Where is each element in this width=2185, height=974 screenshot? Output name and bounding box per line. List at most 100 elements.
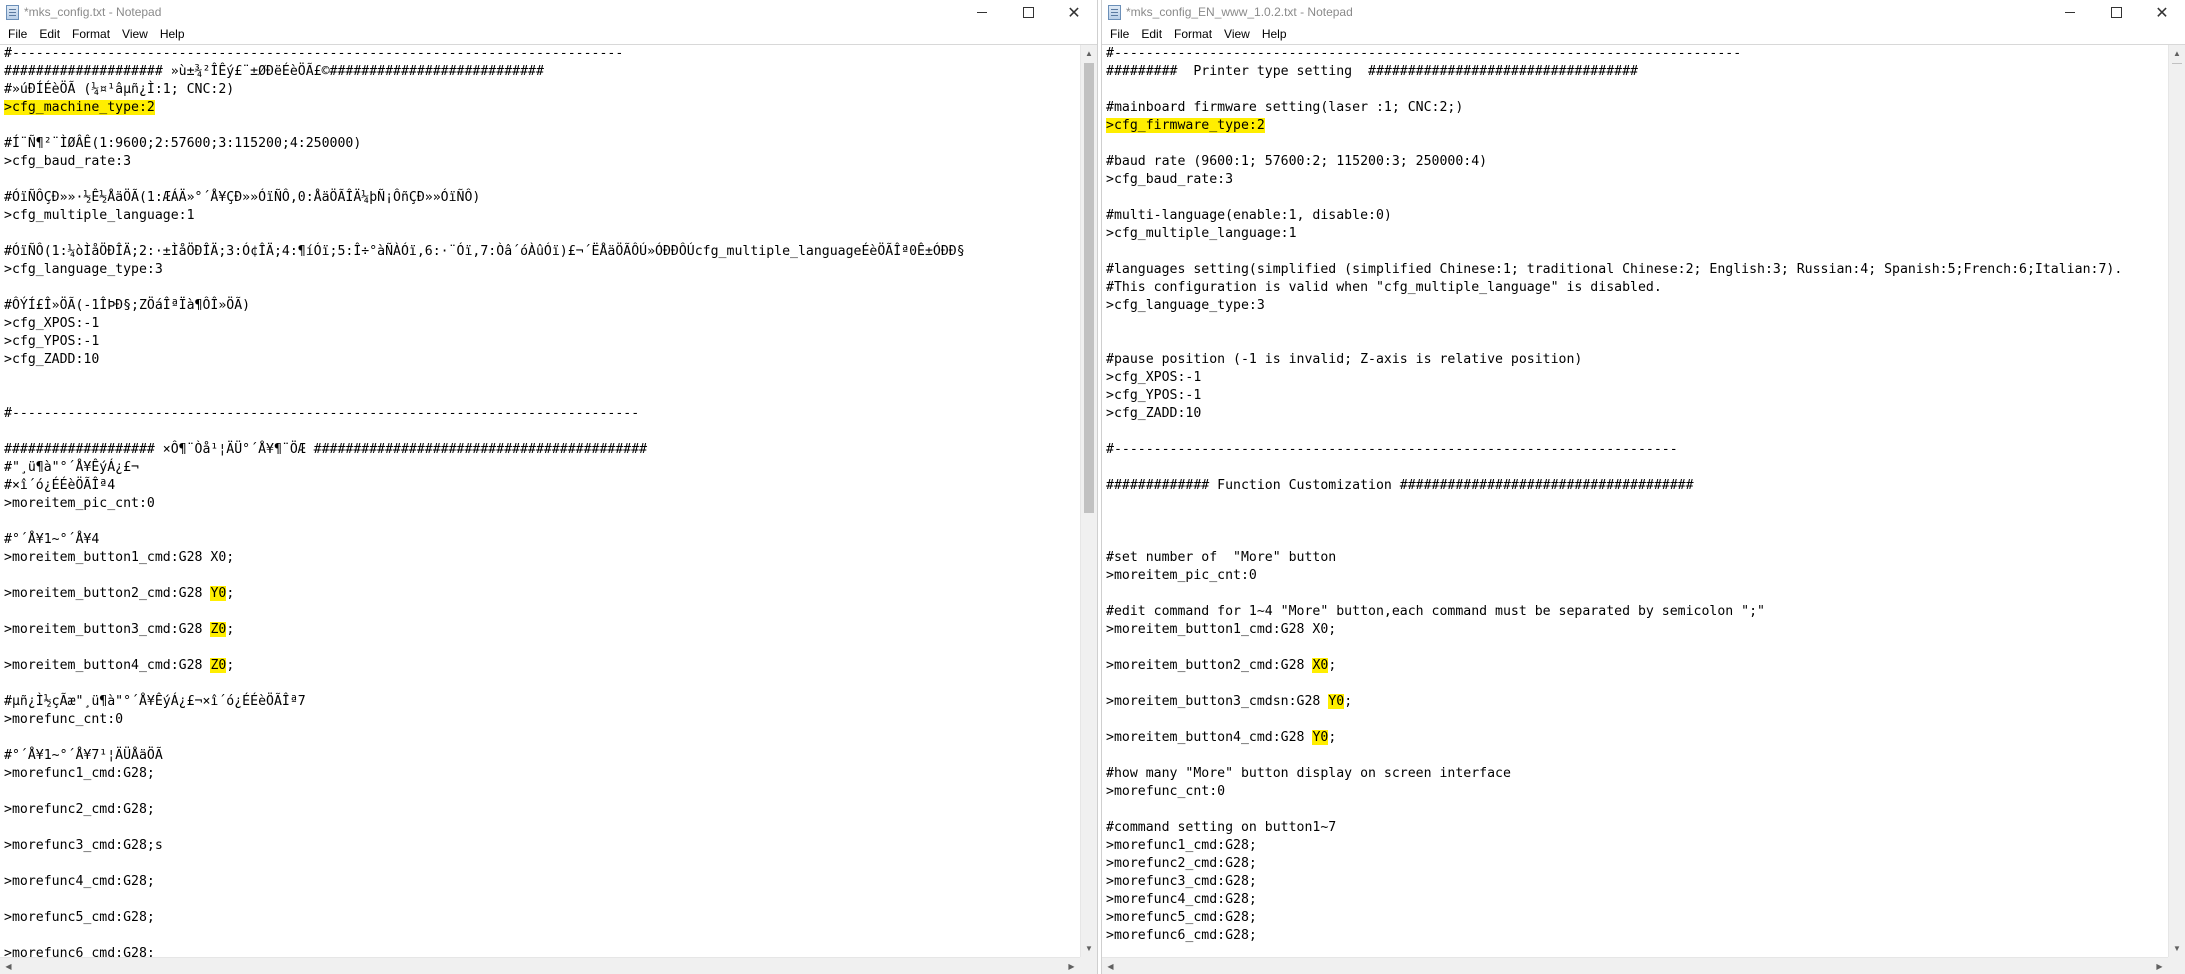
text-line[interactable] [1106, 189, 2167, 207]
text-line[interactable]: >cfg_firmware_type:2 [1106, 117, 2167, 135]
text-line[interactable]: #ÓïÑÔÇÐ»»·½Ê½ÅäÖÃ(1:ÆÁÄ»°´Å¥ÇÐ»»ÓïÑÔ,0:Å… [4, 189, 1079, 207]
text-line[interactable] [1106, 675, 2167, 693]
text-line[interactable]: >cfg_ZADD:10 [4, 351, 1079, 369]
scrollbar-thumb[interactable] [1084, 63, 1094, 513]
text-line[interactable]: >cfg_machine_type:2 [4, 99, 1079, 117]
text-line[interactable]: #µñ¿Ì½çÃæ"¸ü¶à"°´Å¥ÊýÁ¿£¬×î´ó¿ÉÉèÖÃÎª7 [4, 693, 1079, 711]
menu-edit[interactable]: Edit [1135, 24, 1168, 44]
scroll-right-icon[interactable]: ▶ [1063, 958, 1080, 974]
text-line[interactable]: #set number of "More" button [1106, 549, 2167, 567]
text-line[interactable]: #languages setting(simplified (simplifie… [1106, 261, 2167, 279]
text-line[interactable] [4, 729, 1079, 747]
text-line[interactable]: >cfg_multiple_language:1 [4, 207, 1079, 225]
text-editor[interactable]: #---------------------------------------… [1102, 44, 2185, 974]
text-line[interactable]: #how many "More" button display on scree… [1106, 765, 2167, 783]
text-line[interactable]: >morefunc1_cmd:G28; [1106, 837, 2167, 855]
minimize-button[interactable] [2047, 0, 2093, 24]
text-line[interactable]: #This configuration is valid when "cfg_m… [1106, 279, 2167, 297]
vertical-scrollbar[interactable]: ▲ ▼ [1080, 45, 1097, 957]
text-line[interactable] [4, 639, 1079, 657]
text-line[interactable]: >morefunc4_cmd:G28; [1106, 891, 2167, 909]
close-button[interactable]: ✕ [2139, 0, 2185, 24]
scroll-down-icon[interactable]: ▼ [2169, 940, 2185, 957]
scroll-right-icon[interactable]: ▶ [2151, 958, 2168, 974]
text-line[interactable]: >moreitem_button2_cmd:G28 X0; [1106, 657, 2167, 675]
text-line[interactable]: >morefunc1_cmd:G28; [4, 765, 1079, 783]
text-line[interactable] [1106, 531, 2167, 549]
scroll-left-icon[interactable]: ◀ [1102, 958, 1119, 974]
text-line[interactable]: #edit command for 1~4 "More" button,each… [1106, 603, 2167, 621]
text-line[interactable]: >cfg_YPOS:-1 [4, 333, 1079, 351]
text-line[interactable]: >cfg_language_type:3 [1106, 297, 2167, 315]
text-line[interactable]: >morefunc_cnt:0 [4, 711, 1079, 729]
text-line[interactable]: >moreitem_button3_cmdsn:G28 Y0; [1106, 693, 2167, 711]
text-line[interactable]: ################### ×Ô¶¨Òå¹¦ÄÜ°´Å¥¶¨ÖÆ #… [4, 441, 1079, 459]
text-line[interactable] [4, 117, 1079, 135]
text-line[interactable]: #mainboard firmware setting(laser :1; CN… [1106, 99, 2167, 117]
text-line[interactable]: >morefunc4_cmd:G28; [4, 873, 1079, 891]
text-line[interactable]: #################### »ù±¾²ÎÊý£¨±ØÐëÉèÖÃ£… [4, 63, 1079, 81]
text-line[interactable] [4, 423, 1079, 441]
editor-text-content[interactable]: #---------------------------------------… [1106, 45, 2167, 957]
menu-format[interactable]: Format [1168, 24, 1218, 44]
text-line[interactable]: >cfg_ZADD:10 [1106, 405, 2167, 423]
text-line[interactable]: #Í¨Ñ¶²¨ÌØÂÊ(1:9600;2:57600;3:115200;4:25… [4, 135, 1079, 153]
vertical-scrollbar[interactable]: ▲ ▼ [2168, 45, 2185, 957]
text-line[interactable]: >cfg_YPOS:-1 [1106, 387, 2167, 405]
text-line[interactable] [1106, 747, 2167, 765]
menu-file[interactable]: File [2, 24, 33, 44]
text-line[interactable]: #---------------------------------------… [1106, 45, 2167, 63]
text-line[interactable] [4, 855, 1079, 873]
text-line[interactable]: >morefunc2_cmd:G28; [4, 801, 1079, 819]
text-line[interactable] [1106, 495, 2167, 513]
menu-file[interactable]: File [1104, 24, 1135, 44]
text-line[interactable] [4, 891, 1079, 909]
close-button[interactable]: ✕ [1051, 0, 1097, 24]
text-line[interactable]: >moreitem_pic_cnt:0 [4, 495, 1079, 513]
text-editor[interactable]: #---------------------------------------… [0, 44, 1097, 974]
minimize-button[interactable] [959, 0, 1005, 24]
menu-help[interactable]: Help [1256, 24, 1293, 44]
title-bar[interactable]: *mks_config_EN_www_1.0.2.txt - Notepad ✕ [1102, 0, 2185, 24]
text-line[interactable] [1106, 423, 2167, 441]
title-bar[interactable]: *mks_config.txt - Notepad ✕ [0, 0, 1097, 24]
maximize-button[interactable] [2093, 0, 2139, 24]
text-line[interactable] [4, 819, 1079, 837]
text-line[interactable] [4, 603, 1079, 621]
text-line[interactable] [1106, 243, 2167, 261]
text-line[interactable]: >cfg_multiple_language:1 [1106, 225, 2167, 243]
text-line[interactable]: #---------------------------------------… [4, 405, 1079, 423]
text-line[interactable]: >moreitem_button1_cmd:G28 X0; [4, 549, 1079, 567]
menu-edit[interactable]: Edit [33, 24, 66, 44]
text-line[interactable]: >morefunc3_cmd:G28;s [4, 837, 1079, 855]
menu-format[interactable]: Format [66, 24, 116, 44]
text-line[interactable]: >morefunc6_cmd:G28; [1106, 927, 2167, 945]
text-line[interactable]: #»úÐÍÉèÖÃ (¼¤¹âµñ¿Ì:1; CNC:2) [4, 81, 1079, 99]
text-line[interactable]: ######### Printer type setting #########… [1106, 63, 2167, 81]
text-line[interactable]: #ÓïÑÔ(1:¼òÌåÖÐÎÄ;2:·±ÌåÖÐÎÄ;3:Ó¢ÎÄ;4:¶íÓ… [4, 243, 1079, 261]
text-line[interactable]: >morefunc_cnt:0 [1106, 783, 2167, 801]
text-line[interactable]: #°´Å¥1~°´Å¥7¹¦ÄÜÅäÖÃ [4, 747, 1079, 765]
text-line[interactable] [1106, 459, 2167, 477]
text-line[interactable]: >cfg_baud_rate:3 [1106, 171, 2167, 189]
text-line[interactable] [1106, 81, 2167, 99]
text-line[interactable]: >moreitem_pic_cnt:0 [1106, 567, 2167, 585]
scroll-up-icon[interactable]: ▲ [2169, 45, 2185, 62]
text-line[interactable] [4, 927, 1079, 945]
text-line[interactable]: #baud rate (9600:1; 57600:2; 115200:3; 2… [1106, 153, 2167, 171]
text-line[interactable] [4, 225, 1079, 243]
text-line[interactable] [1106, 135, 2167, 153]
text-line[interactable] [1106, 513, 2167, 531]
text-line[interactable] [4, 171, 1079, 189]
scroll-up-icon[interactable]: ▲ [1081, 45, 1097, 62]
text-line[interactable] [1106, 711, 2167, 729]
text-line[interactable] [4, 567, 1079, 585]
text-line[interactable]: #ÔÝÍ£Î»ÖÃ(-1ÎÞÐ§;ZÖáÎªÏà¶ÔÎ»ÖÃ) [4, 297, 1079, 315]
menu-view[interactable]: View [1218, 24, 1256, 44]
text-line[interactable]: #---------------------------------------… [1106, 441, 2167, 459]
editor-text-content[interactable]: #---------------------------------------… [4, 45, 1079, 957]
text-line[interactable] [1106, 639, 2167, 657]
menu-view[interactable]: View [116, 24, 154, 44]
text-line[interactable] [1106, 333, 2167, 351]
text-line[interactable]: #×î´ó¿ÉÉèÖÃÎª4 [4, 477, 1079, 495]
